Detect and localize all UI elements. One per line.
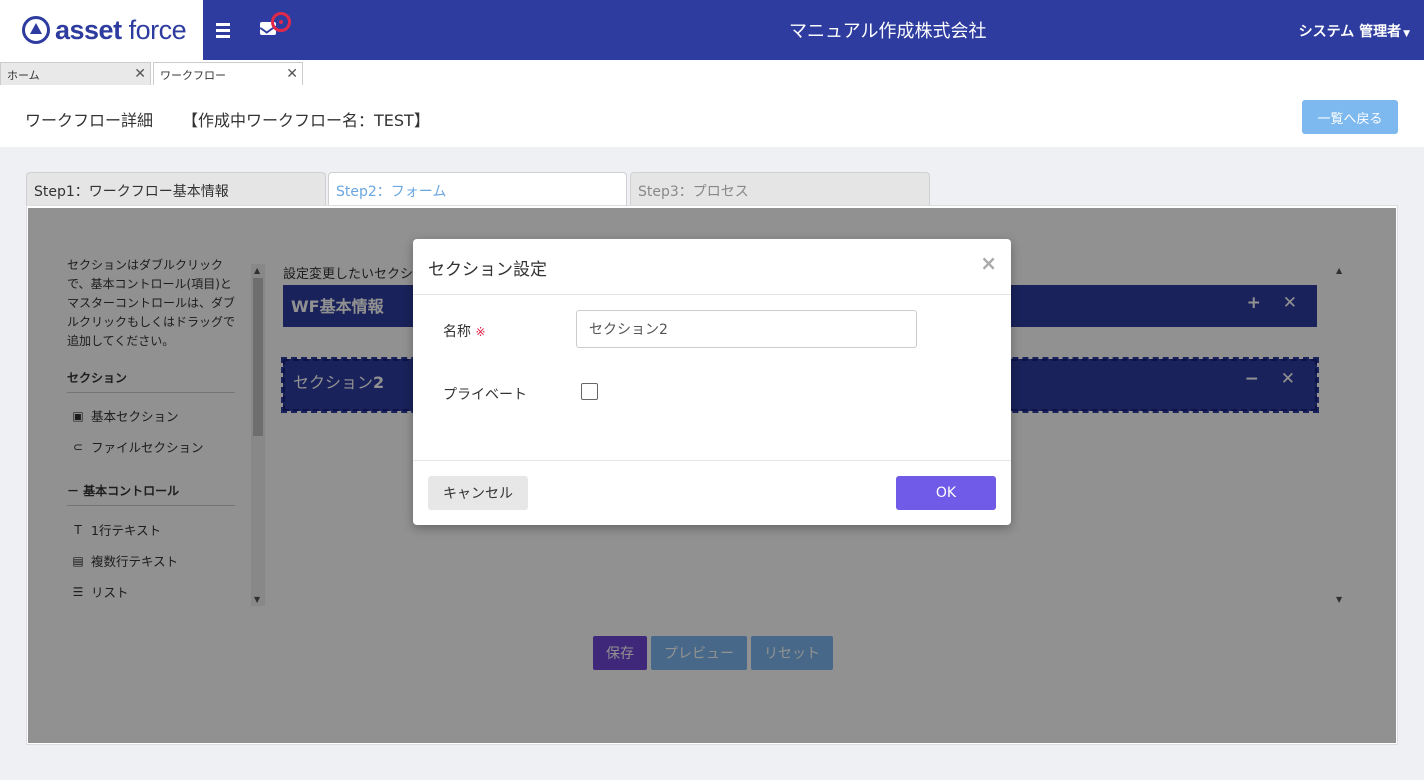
workflow-name: 【作成中ワークフロー名：TEST】 — [182, 111, 430, 130]
tab-step3[interactable]: Step3：プロセス — [630, 172, 930, 205]
app-header: asset force マニュアル作成株式会社 システム 管理者 ▼ — [0, 0, 1424, 60]
ok-button[interactable]: OK — [896, 476, 996, 510]
company-name: マニュアル作成株式会社 — [789, 21, 987, 42]
dialog-header: セクション設定 × — [413, 239, 1011, 295]
close-icon[interactable]: ✕ — [134, 66, 146, 82]
page-tab-label: ホーム — [7, 69, 40, 82]
notification-badge-icon — [271, 12, 291, 32]
caret-down-icon: ▼ — [1403, 29, 1410, 39]
tab-step1[interactable]: Step1：ワークフロー基本情報 — [26, 172, 326, 205]
section-name-input[interactable] — [576, 310, 917, 348]
cancel-button[interactable]: キャンセル — [428, 476, 528, 510]
section-settings-dialog: セクション設定 × 名称 ※ プライベート キャンセル OK — [413, 239, 1011, 525]
page-tab-home[interactable]: ホーム ✕ — [0, 62, 151, 85]
tab-step2[interactable]: Step2：フォーム — [328, 172, 627, 205]
required-mark: ※ — [475, 325, 486, 339]
hamburger-menu-icon[interactable] — [216, 20, 232, 40]
dialog-title: セクション設定 — [428, 260, 547, 280]
page-title: ワークフロー詳細 — [25, 111, 154, 130]
page-tab-workflow[interactable]: ワークフロー ✕ — [153, 62, 303, 85]
asset-force-logo[interactable]: asset force — [0, 0, 203, 60]
private-label: プライベート — [443, 387, 527, 403]
name-label: 名称 ※ — [443, 324, 486, 340]
dialog-footer: キャンセル OK — [413, 460, 1011, 525]
private-checkbox[interactable] — [581, 383, 598, 400]
user-menu[interactable]: システム 管理者 ▼ — [1299, 21, 1410, 41]
page-tab-label: ワークフロー — [160, 69, 226, 82]
recycle-logo-icon — [22, 16, 50, 44]
page-tab-bar: ホーム ✕ ワークフロー ✕ — [0, 60, 1424, 85]
back-to-list-button[interactable]: 一覧へ戻る — [1302, 100, 1398, 134]
close-icon[interactable]: × — [980, 251, 997, 275]
logo-text: asset force — [55, 14, 187, 45]
close-icon[interactable]: ✕ — [286, 66, 298, 82]
title-bar: ワークフロー詳細 【作成中ワークフロー名：TEST】 一覧へ戻る — [0, 85, 1424, 147]
